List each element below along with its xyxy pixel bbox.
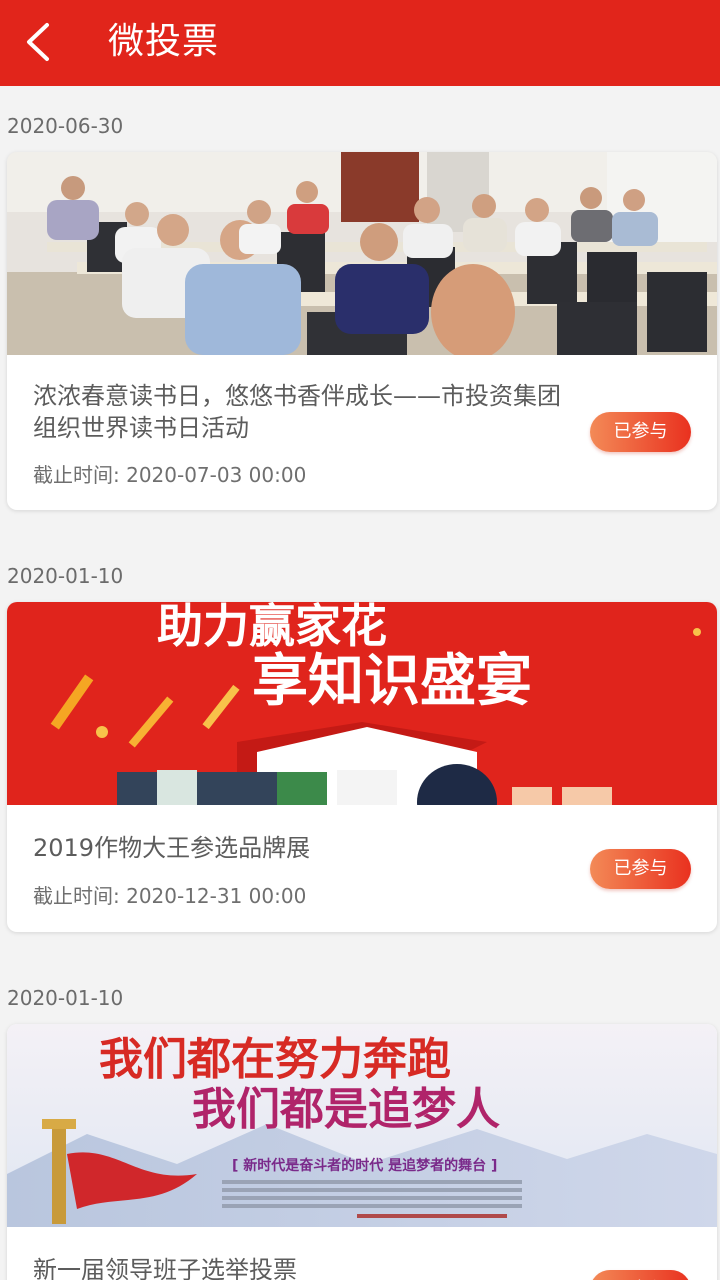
vote-card[interactable]: 我们都在努力奔跑 我们都是追梦人 [ 新时代是奋斗者的时代 是追梦者的舞台 ] …	[7, 1024, 717, 1280]
vote-cover-image	[7, 152, 717, 355]
vote-card[interactable]: 助力赢家花 享知识盛宴 2019作物大王参选品牌展 截止时间: 2020-12-…	[7, 602, 717, 932]
vote-card[interactable]: 浓浓春意读书日，悠悠书香伴成长——市投资集团组织世界读书日活动 截止时间: 20…	[7, 152, 717, 510]
vote-deadline: 截止时间: 2020-07-03 00:00	[33, 463, 307, 487]
vote-deadline: 截止时间: 2020-12-31 00:00	[33, 884, 307, 908]
vote-cover-image: 我们都在努力奔跑 我们都是追梦人 [ 新时代是奋斗者的时代 是追梦者的舞台 ]	[7, 1024, 717, 1227]
banner-line-3: [ 新时代是奋斗者的时代 是追梦者的舞台 ]	[232, 1157, 497, 1174]
vote-title: 新一届领导班子选举投票	[33, 1256, 297, 1280]
banner-line-1: 助力赢家花	[157, 602, 387, 653]
vote-cover-image: 助力赢家花 享知识盛宴	[7, 602, 717, 805]
joined-button[interactable]: 已参与	[590, 1270, 691, 1280]
app-header: 微投票	[0, 0, 720, 86]
joined-button[interactable]: 已参与	[590, 849, 691, 889]
vote-title: 2019作物大王参选品牌展	[33, 834, 311, 862]
banner-line-2: 享知识盛宴	[252, 649, 532, 714]
banner-line-1: 我们都在努力奔跑	[99, 1034, 451, 1085]
page-title: 微投票	[108, 21, 220, 62]
vote-date: 2020-01-10	[7, 564, 124, 588]
vote-date: 2020-01-10	[7, 986, 124, 1010]
chevron-left-icon	[27, 23, 49, 61]
back-button[interactable]	[18, 14, 64, 70]
banner-line-2: 我们都是追梦人	[192, 1084, 500, 1135]
vote-date: 2020-06-30	[7, 114, 124, 138]
vote-title: 浓浓春意读书日，悠悠书香伴成长——市投资集团组织世界读书日活动	[33, 382, 561, 442]
joined-button[interactable]: 已参与	[590, 412, 691, 452]
